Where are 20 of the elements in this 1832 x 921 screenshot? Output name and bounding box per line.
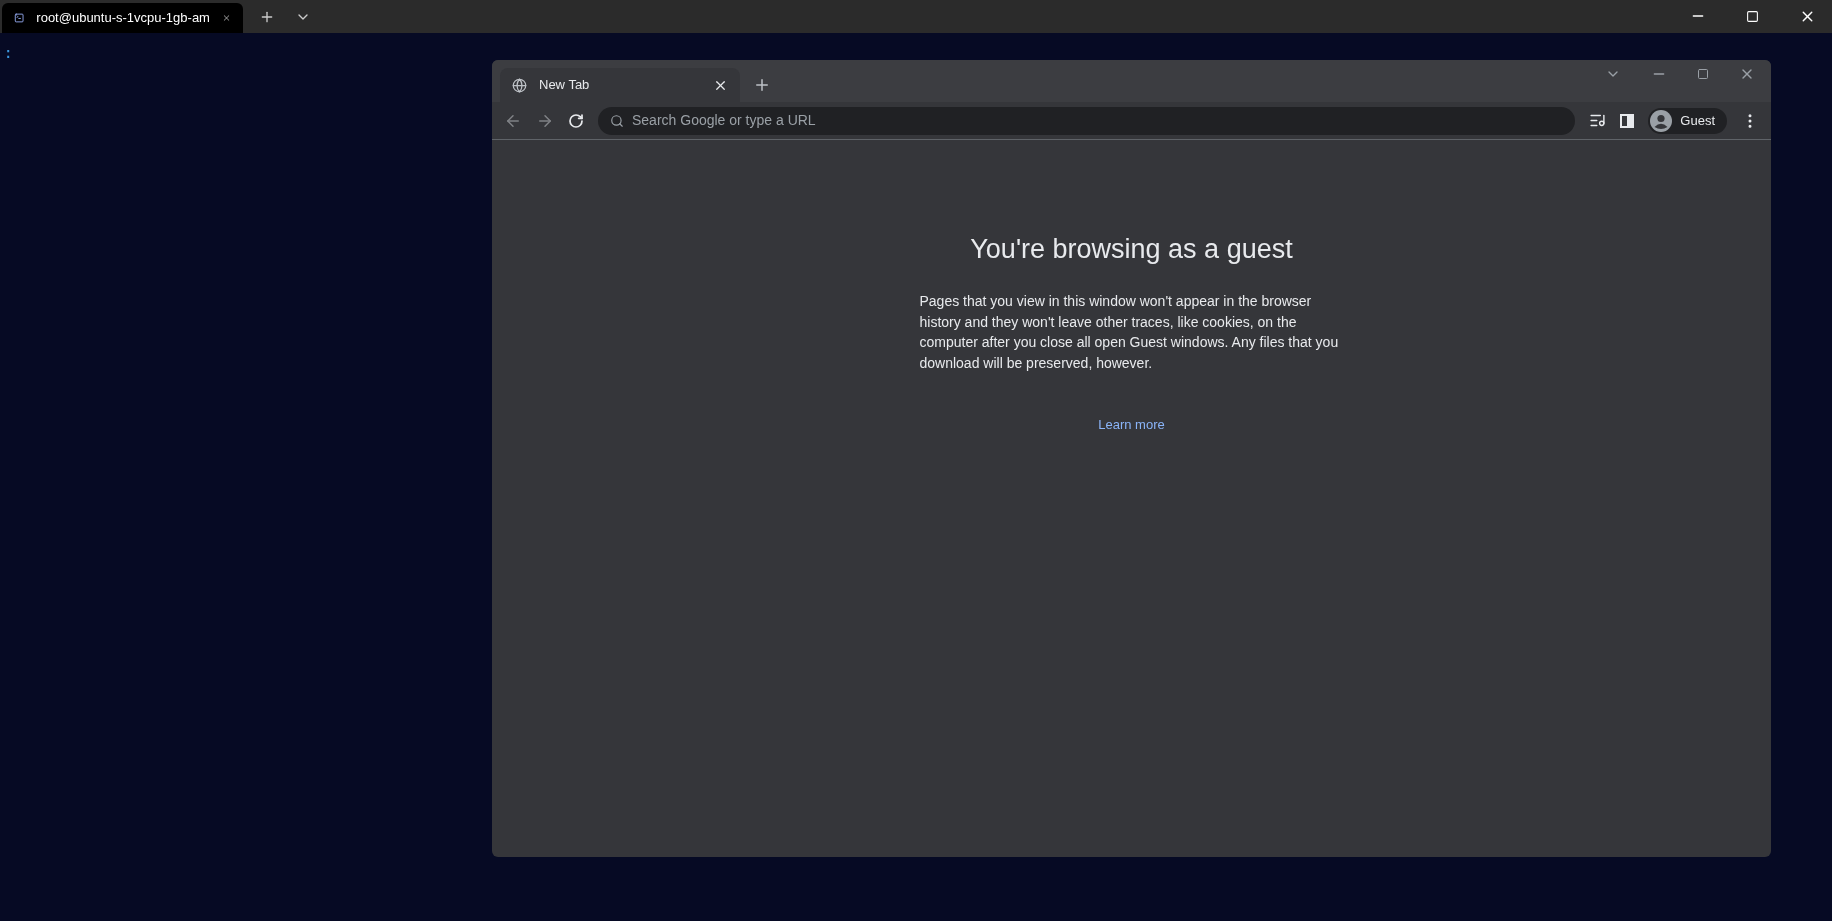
browser-tab[interactable]: New Tab (500, 68, 740, 102)
media-queue-icon[interactable] (1589, 112, 1607, 129)
profile-button[interactable]: Guest (1648, 107, 1727, 134)
learn-more-link[interactable]: Learn more (1098, 415, 1165, 435)
reload-icon[interactable] (568, 112, 584, 129)
terminal-prompt: : (4, 46, 13, 62)
side-panel-icon[interactable] (1620, 113, 1635, 128)
page-title: You're browsing as a guest (970, 236, 1293, 263)
globe-icon (512, 77, 527, 93)
terminal-tab[interactable]: root@ubuntu-s-1vcpu-1gb-am (2, 3, 243, 33)
tab-title: New Tab (539, 76, 591, 95)
new-tab-icon[interactable] (753, 76, 771, 94)
new-tab-icon[interactable] (259, 9, 275, 25)
tab-title: root@ubuntu-s-1vcpu-1gb-am (36, 9, 210, 28)
address-input[interactable]: Search Google or type a URL (632, 110, 1564, 131)
page-description: Pages that you view in this window won't appear in the browser history and they won't leave other traces, like cookies, on the computer after you close all open Guest windows. Any files that you download will be preserved, however. (919, 292, 1340, 373)
address-bar[interactable]: Search Google or type a URL (598, 106, 1576, 135)
terminal-icon (14, 10, 25, 26)
search-icon (610, 113, 624, 128)
avatar-icon (1650, 109, 1673, 132)
